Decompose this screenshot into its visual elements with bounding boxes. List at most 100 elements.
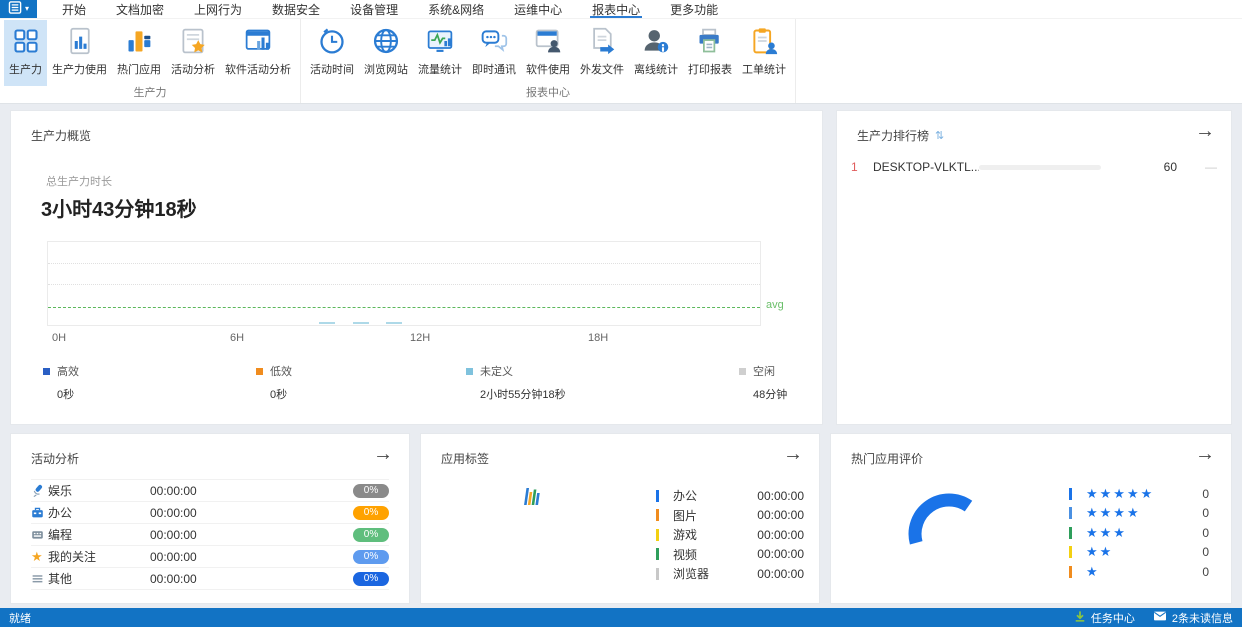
legend-swatch [43,368,50,375]
arrow-right-icon[interactable]: → [1195,119,1215,143]
window-person-icon [534,25,562,57]
undefined-usage-mark [319,322,335,324]
ribbon-btn-label: 外发文件 [580,61,624,77]
ribbon-btn-traffic-stats[interactable]: 流量统计 [413,20,467,86]
mini-barchart-icon [522,484,542,513]
ribbon-tab-bar: ▾ 开始 文档加密 上网行为 数据安全 设备管理 系统&网络 运维中心 报表中心… [0,0,1242,19]
tag-rows: 办公00:00:00 图片00:00:00 游戏00:00:00 视频00:00… [656,486,804,584]
ribbon-group-label-productivity: 生产力 [2,86,298,103]
activity-row[interactable]: 办公 00:00:00 0% [31,502,389,524]
total-duration-label: 总生产力时长 [46,173,112,189]
microphone-icon [31,484,48,497]
ribbon-btn-label: 即时通讯 [472,61,516,77]
document-arrow-icon [588,25,616,57]
percent-badge: 0% [353,506,389,520]
tag-row[interactable]: 游戏00:00:00 [656,525,804,545]
tab-system-network[interactable]: 系统&网络 [413,0,499,18]
legend-item-undefined: 未定义 2小时55分钟18秒 [466,363,566,402]
stars-4: ★★★★ [1086,506,1141,520]
card-productivity-overview: 生产力概览 总生产力时长 3小时43分钟18秒 avg 0H 6H 12H 18… [10,110,823,425]
tab-data-security[interactable]: 数据安全 [257,0,335,18]
ribbon-btn-productivity-usage[interactable]: 生产力使用 [47,20,112,86]
tag-row[interactable]: 浏览器00:00:00 [656,564,804,584]
ranking-row[interactable]: 1 DESKTOP-VLKTL... 60 — [851,157,1217,177]
ribbon-btn-instant-messaging[interactable]: 即时通讯 [467,20,521,86]
activity-row[interactable]: 娱乐 00:00:00 0% [31,480,389,502]
legend-tick [1069,546,1072,558]
ribbon-group-productivity: 生产力 生产力使用 热门应用 活动分析 软件活动分析 生产力 [0,19,301,103]
tab-web-behavior[interactable]: 上网行为 [179,0,257,18]
stars-3: ★★★ [1086,526,1127,540]
ribbon-btn-print-report[interactable]: 打印报表 [683,20,737,86]
average-label: avg [766,299,784,311]
activity-row[interactable]: 其他 00:00:00 0% [31,568,389,590]
main-tabs: 开始 文档加密 上网行为 数据安全 设备管理 系统&网络 运维中心 报表中心 更… [47,0,733,18]
score-progress-bar [979,165,1101,170]
ribbon-btn-software-activity-analysis[interactable]: 软件活动分析 [220,20,296,86]
globe-icon [372,25,400,57]
ribbon-btn-productivity[interactable]: 生产力 [4,20,47,86]
card-app-tags: 应用标签 → 办公00:00:00 图片00:00:00 游戏00:00:00 … [420,433,820,604]
ribbon-btn-label: 工单统计 [742,61,786,77]
card-title: 热门应用评价 [851,450,923,467]
score-value: 60 [1164,160,1177,174]
arrow-right-icon[interactable]: → [1195,442,1215,466]
tab-more-features[interactable]: 更多功能 [655,0,733,18]
legend-swatch [466,368,473,375]
arrow-right-icon[interactable]: → [783,442,803,466]
ribbon-btn-label: 离线统计 [634,61,678,77]
legend-swatch [256,368,263,375]
x-tick: 6H [230,332,244,344]
tab-home[interactable]: 开始 [47,0,101,18]
ribbon-btn-label: 浏览网站 [364,61,408,77]
card-hot-app-ratings: 热门应用评价 → ★★★★★0 ★★★★0 ★★★0 ★★0 ★0 [830,433,1232,604]
card-title: 应用标签 [441,450,489,467]
printer-icon [696,25,724,57]
rating-row[interactable]: ★★★★★0 [1069,484,1209,504]
tab-report-center[interactable]: 报表中心 [577,0,655,18]
app-menu-icon [8,1,23,17]
card-productivity-ranking: 生产力排行榜 ⇅ → 1 DESKTOP-VLKTL... 60 — [836,110,1232,425]
card-activity-analysis: 活动分析 → 娱乐 00:00:00 0% 办公 00:00:00 0% 编程 … [10,433,410,604]
tab-doc-encryption[interactable]: 文档加密 [101,0,179,18]
task-center-button[interactable]: 任务中心 [1074,610,1135,626]
tab-ops-center[interactable]: 运维中心 [499,0,577,18]
average-line [48,307,760,308]
arrow-right-icon[interactable]: → [373,442,393,466]
stars-1: ★ [1086,565,1100,579]
tag-row[interactable]: 视频00:00:00 [656,545,804,565]
ribbon-group-report-center: 活动时间 浏览网站 流量统计 即时通讯 软件使用 外发文件 [301,19,796,103]
document-barchart-icon [66,25,94,57]
rating-row[interactable]: ★★★0 [1069,523,1209,543]
ribbon-btn-browse-websites[interactable]: 浏览网站 [359,20,413,86]
percent-badge: 0% [353,484,389,498]
ribbon-btn-outgoing-files[interactable]: 外发文件 [575,20,629,86]
ribbon-btn-activity-analysis[interactable]: 活动分析 [166,20,220,86]
tag-row[interactable]: 办公00:00:00 [656,486,804,506]
ribbon-btn-offline-stats[interactable]: 离线统计 [629,20,683,86]
total-duration-value: 3小时43分钟18秒 [41,193,197,222]
document-star-icon [179,25,207,57]
tab-device-mgmt[interactable]: 设备管理 [335,0,413,18]
stars-2: ★★ [1086,545,1113,559]
tag-row[interactable]: 图片00:00:00 [656,506,804,526]
ribbon-btn-activity-time[interactable]: 活动时间 [305,20,359,86]
rating-rows: ★★★★★0 ★★★★0 ★★★0 ★★0 ★0 [1069,484,1209,582]
computer-name: DESKTOP-VLKTL... [873,160,979,174]
rating-row[interactable]: ★0 [1069,562,1209,582]
ribbon-btn-hot-apps[interactable]: 热门应用 [112,20,166,86]
sort-icon[interactable]: ⇅ [935,129,944,142]
ribbon-btn-label: 活动分析 [171,61,215,77]
ribbon-btn-work-order-stats[interactable]: 工单统计 [737,20,791,86]
percent-badge: 0% [353,550,389,564]
activity-row[interactable]: ★ 我的关注 00:00:00 0% [31,546,389,568]
app-menu-button[interactable]: ▾ [0,0,37,18]
clipboard-person-icon [750,25,778,57]
stars-5: ★★★★★ [1086,487,1154,501]
ribbon-btn-software-usage[interactable]: 软件使用 [521,20,575,86]
rating-row[interactable]: ★★★★0 [1069,504,1209,524]
activity-row[interactable]: 编程 00:00:00 0% [31,524,389,546]
unread-messages-button[interactable]: 2条未读信息 [1153,610,1233,626]
ribbon-group-label-report-center: 报表中心 [303,86,793,103]
rating-row[interactable]: ★★0 [1069,543,1209,563]
